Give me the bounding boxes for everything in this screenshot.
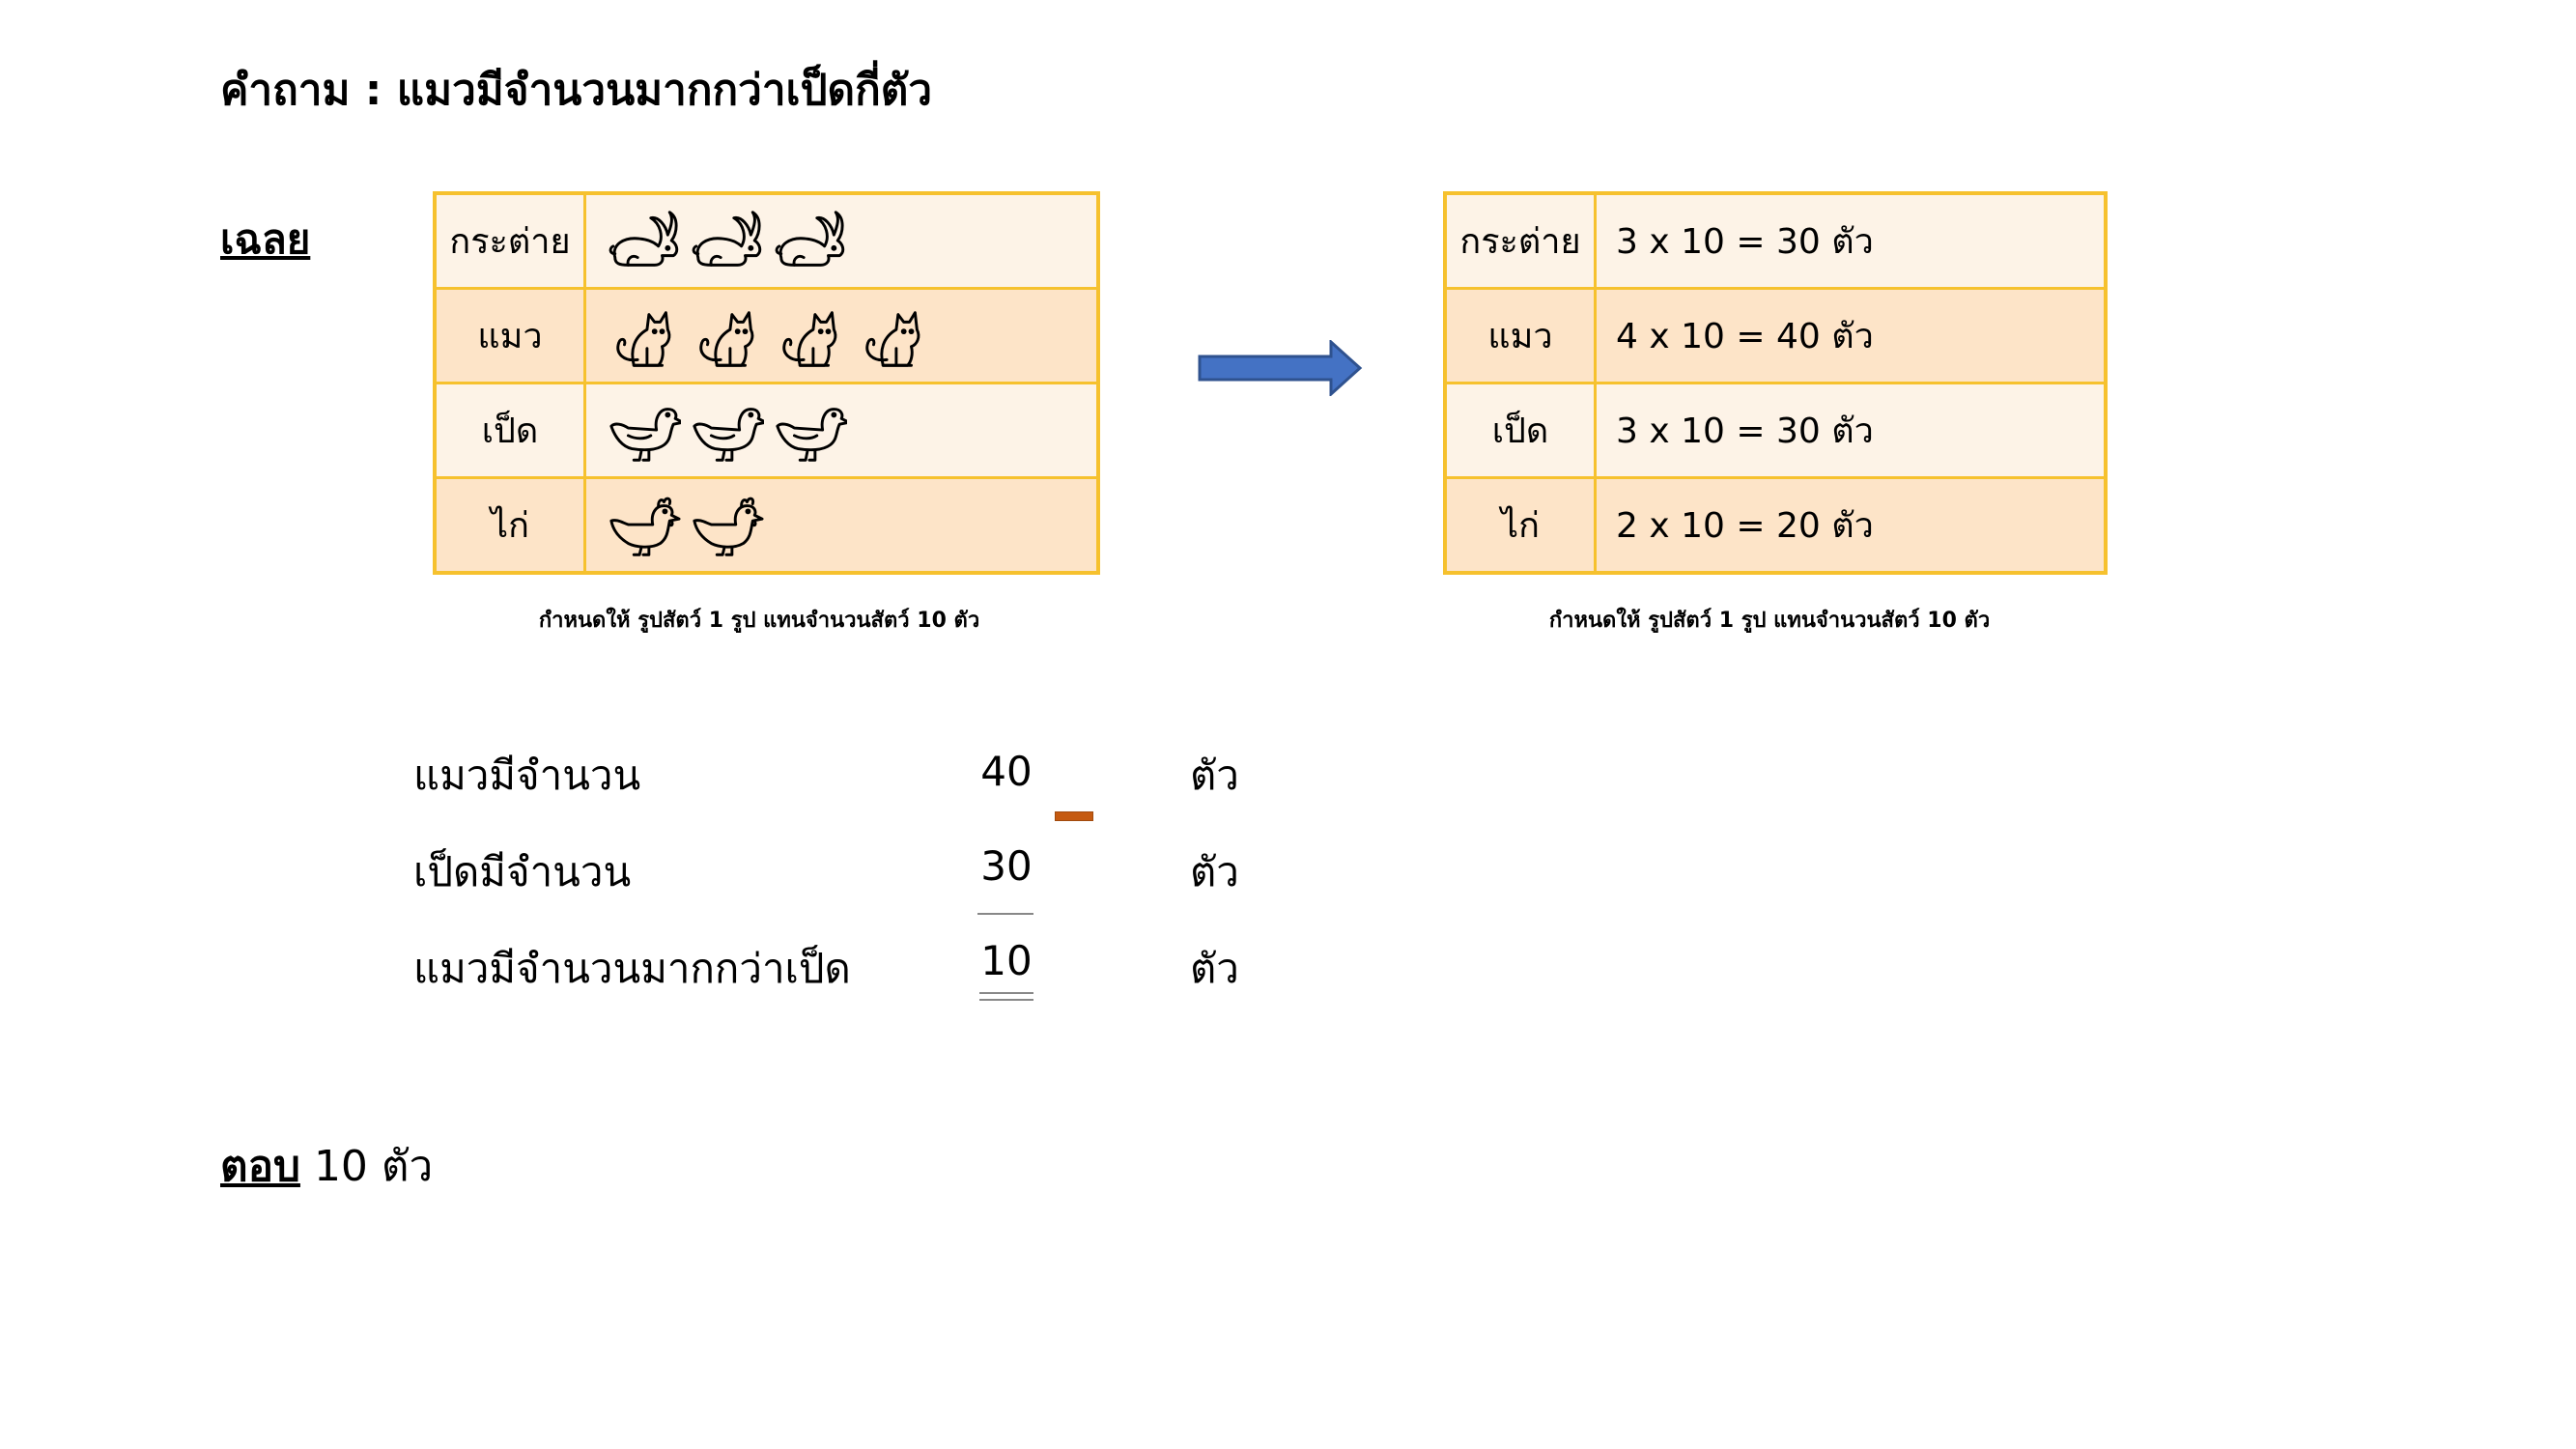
right-arrow-icon	[1198, 340, 1363, 396]
equation-row-chicken: ไก่ 2 x 10 = 20 ตัว	[1443, 476, 2108, 575]
chicken-icon	[606, 492, 681, 559]
final-answer-value: 10 ตัว	[313, 1142, 434, 1191]
row-label: ไก่	[433, 476, 586, 575]
row-label: เป็ด	[1443, 382, 1597, 479]
pictograph-row-cat: แมว	[433, 287, 1100, 384]
calc-unit: ตัว	[1190, 752, 1239, 799]
rabbit-icon	[689, 208, 764, 275]
equation-text: 3 x 10 = 30 ตัว	[1594, 191, 2108, 290]
equation-text: 3 x 10 = 30 ตัว	[1594, 382, 2108, 479]
row-label: กระต่าย	[433, 191, 586, 290]
pictograph-row-duck: เป็ด	[433, 382, 1100, 479]
duck-icon	[689, 397, 768, 465]
double-underline-top	[979, 992, 1033, 994]
cat-icon	[689, 302, 764, 370]
row-label: กระต่าย	[1443, 191, 1597, 290]
icon-cell	[583, 476, 1100, 575]
cat-icon	[855, 302, 930, 370]
equation-caption: กำหนดให้ รูปสัตว์ 1 รูป แทนจำนวนสัตว์ 10…	[1548, 609, 1991, 633]
pictograph-row-chicken: ไก่	[433, 476, 1100, 575]
calc-label-ducks: เป็ดมีจำนวน	[413, 848, 632, 895]
question-text: คำถาม : แมวมีจำนวนมากกว่าเป็ดกี่ตัว	[220, 66, 933, 115]
calc-value-difference: 10	[980, 937, 1033, 984]
calc-unit: ตัว	[1190, 848, 1239, 895]
icon-cell	[583, 382, 1100, 479]
pictograph-row-rabbit: กระต่าย	[433, 191, 1100, 290]
equation-row-rabbit: กระต่าย 3 x 10 = 30 ตัว	[1443, 191, 2108, 290]
pictograph-table: กระต่าย แมว เป็ด ไก่	[433, 191, 1100, 575]
row-label: ไก่	[1443, 476, 1597, 575]
icon-cell	[583, 191, 1100, 290]
cat-icon	[772, 302, 847, 370]
equation-text: 2 x 10 = 20 ตัว	[1594, 476, 2108, 575]
final-answer: ตอบ 10 ตัว	[220, 1132, 433, 1200]
duck-icon	[606, 397, 685, 465]
duck-icon	[772, 397, 851, 465]
equation-table: กระต่าย 3 x 10 = 30 ตัว แมว 4 x 10 = 40 …	[1443, 191, 2108, 575]
answer-heading: เฉลย	[220, 215, 311, 263]
cat-icon	[606, 302, 681, 370]
calc-value-cats: 40	[980, 748, 1033, 795]
row-label: แมว	[433, 287, 586, 384]
rabbit-icon	[772, 208, 847, 275]
equation-row-cat: แมว 4 x 10 = 40 ตัว	[1443, 287, 2108, 384]
row-label: เป็ด	[433, 382, 586, 479]
final-answer-label: ตอบ	[220, 1142, 300, 1191]
equation-text: 4 x 10 = 40 ตัว	[1594, 287, 2108, 384]
calc-unit: ตัว	[1190, 945, 1239, 992]
calc-label-cats: แมวมีจำนวน	[413, 752, 641, 799]
double-underline-bottom	[979, 999, 1033, 1001]
equation-row-duck: เป็ด 3 x 10 = 30 ตัว	[1443, 382, 2108, 479]
rabbit-icon	[606, 208, 681, 275]
row-label: แมว	[1443, 287, 1597, 384]
chicken-icon	[689, 492, 764, 559]
pictograph-caption: กำหนดให้ รูปสัตว์ 1 รูป แทนจำนวนสัตว์ 10…	[538, 609, 980, 633]
subtraction-line	[977, 913, 1033, 915]
calc-value-ducks: 30	[980, 842, 1033, 890]
calc-label-difference: แมวมีจำนวนมากกว่าเป็ด	[413, 945, 851, 992]
minus-sign-icon	[1055, 811, 1093, 821]
icon-cell	[583, 287, 1100, 384]
